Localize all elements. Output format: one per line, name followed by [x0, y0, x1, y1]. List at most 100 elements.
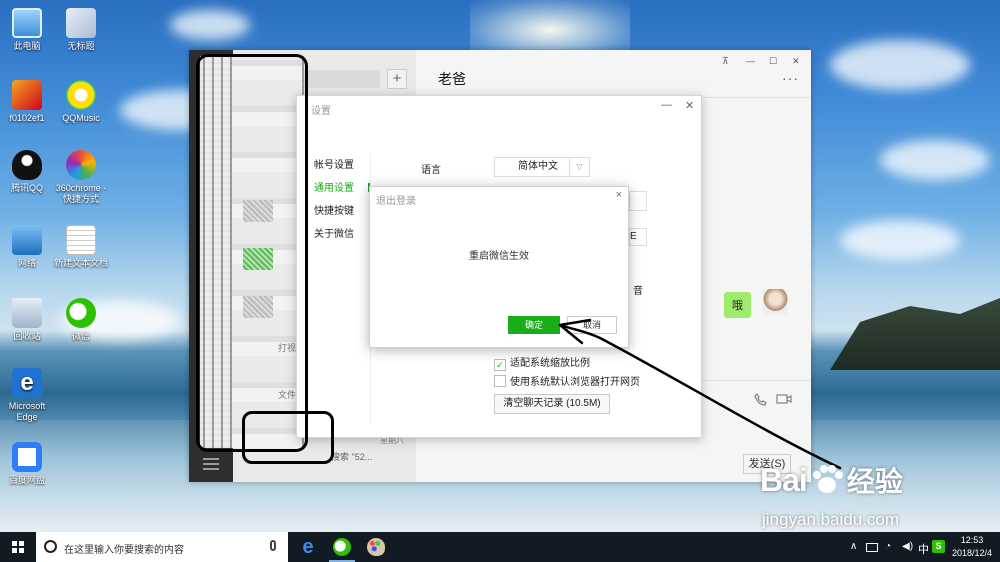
taskbar-edge[interactable]: e — [291, 532, 325, 562]
checkbox-scaling[interactable]: ✓ 适配系统缩放比例 — [494, 354, 590, 371]
watermark-url: jingyan.baidu.com — [762, 510, 900, 529]
close-button[interactable]: ✕ — [685, 99, 694, 112]
chat-header: 老爸 ··· ⊼ — ☐ ✕ — [416, 50, 811, 98]
obscured-control — [629, 191, 647, 211]
baidu-jingyan-watermark: Bai 经验 jingyan.baidu.com — [760, 460, 903, 529]
desktop-icon-label: 网络 — [17, 258, 36, 268]
desktop-icon-label: f0102ef1 — [9, 113, 45, 123]
desktop-icon-label: QQMusic — [62, 113, 100, 123]
obscured-control: E — [629, 228, 647, 246]
minimize-button[interactable]: — — [746, 56, 755, 66]
checkbox-browser[interactable]: 使用系统默认浏览器打开网页 — [494, 373, 640, 388]
list-item-preview: 搜索 "52... — [331, 452, 373, 462]
360chrome-icon — [66, 150, 96, 180]
desktop-icon-label: Microsoft Edge — [8, 401, 46, 422]
language-value: 简体中文 — [518, 161, 558, 172]
desktop-icon-baidu-netdisk[interactable]: 百度网盘 — [0, 442, 57, 486]
cloud — [830, 40, 970, 90]
taskbar-search-box[interactable]: 在这里输入你要搜索的内容 — [36, 532, 288, 562]
chat-title: 老爸 — [438, 71, 466, 87]
volume-icon[interactable]: ◀) — [902, 541, 913, 552]
file-icon — [66, 8, 96, 38]
checkbox-unchecked[interactable] — [494, 375, 506, 387]
language-select[interactable]: 简体中文 ▽ — [494, 157, 590, 177]
sogou-input-icon[interactable]: S — [932, 540, 945, 553]
desktop-icon-label: 百度网盘 — [8, 475, 45, 485]
close-icon[interactable]: × — [616, 189, 622, 201]
phone-call-icon[interactable] — [754, 393, 767, 409]
recycle-bin-icon — [12, 298, 42, 328]
desktop-icon-360chrome[interactable]: 360chrome - 快捷方式 — [51, 150, 111, 205]
desktop-icon-edge[interactable]: e Microsoft Edge — [0, 368, 57, 423]
taskbar-paint[interactable] — [359, 532, 393, 562]
settings-title: 设置 — [311, 106, 331, 117]
desktop-icon-this-pc[interactable]: 此电脑 — [0, 8, 57, 52]
message-bubble: 哦 — [724, 292, 751, 318]
watermark-brand: Bai — [760, 462, 808, 498]
desktop-icon-qqmusic[interactable]: QQMusic — [51, 80, 111, 124]
microphone-icon[interactable] — [270, 540, 276, 551]
desktop-icon-label: 新建文本文档 — [53, 258, 108, 268]
desktop-icon-label: 此电脑 — [13, 41, 41, 51]
desktop-icon-network[interactable]: 网络 — [0, 225, 57, 269]
minimize-button[interactable]: — — [661, 99, 672, 111]
battery-icon[interactable] — [866, 543, 878, 552]
desktop-icon-new-text-document[interactable]: 新建文本文档 — [51, 225, 111, 269]
confirm-button[interactable]: 确定 — [508, 316, 560, 334]
taskbar: 在这里输入你要搜索的内容 e ∧ ◔ ◀) 中 S 12:53 2018/12/… — [0, 532, 1000, 562]
edge-icon: e — [12, 368, 42, 398]
nav-general-settings[interactable]: 通用设置 — [314, 179, 354, 194]
desktop-icon-label: 回收站 — [13, 331, 41, 341]
desktop-icon-untitled[interactable]: 无标题 — [51, 8, 111, 52]
logout-dialog-title: 退出登录 — [376, 196, 416, 207]
menu-icon[interactable] — [203, 458, 219, 470]
more-options-icon[interactable]: ··· — [782, 70, 799, 86]
pin-icon[interactable]: ⊼ — [722, 56, 729, 67]
paint-palette-icon — [367, 538, 385, 556]
paw-icon — [812, 465, 843, 493]
wifi-icon[interactable]: ◔ — [885, 541, 891, 552]
nav-about-wechat[interactable]: 关于微信 — [314, 225, 354, 240]
taskbar-wechat[interactable] — [325, 532, 359, 562]
cancel-button[interactable]: 取消 — [567, 316, 617, 334]
watermark-brand-tail: 经验 — [846, 466, 903, 497]
desktop-icon-label: 腾讯QQ — [10, 183, 43, 193]
close-button[interactable]: ✕ — [792, 56, 800, 67]
checkbox-label: 适配系统缩放比例 — [510, 358, 590, 369]
computer-icon — [12, 8, 42, 38]
image-thumbnail-icon — [12, 80, 42, 110]
desktop-icon-label: 无标题 — [67, 41, 95, 51]
windows-logo-icon — [12, 541, 24, 553]
wechat-icon — [333, 538, 351, 556]
obscured-text: 音 — [633, 286, 643, 297]
text-document-icon — [66, 225, 96, 255]
rock-outcrop — [830, 298, 1000, 370]
desktop-icon-qq[interactable]: 腾讯QQ — [0, 150, 57, 194]
video-call-icon[interactable] — [776, 393, 792, 408]
cortana-icon — [44, 540, 57, 553]
logout-dialog: 退出登录 × 重启微信生效 确定 取消 — [369, 186, 629, 348]
avatar[interactable] — [763, 289, 788, 314]
checkbox-checked[interactable]: ✓ — [494, 359, 506, 371]
ime-icon[interactable]: 中 — [918, 541, 929, 557]
desktop-icon-image[interactable]: f0102ef1 — [0, 80, 57, 124]
desktop-icon-wechat[interactable]: 微信 — [51, 298, 111, 342]
clock-time: 12:53 — [960, 535, 984, 545]
start-button[interactable] — [0, 532, 36, 562]
maximize-button[interactable]: ☐ — [769, 56, 777, 67]
logout-message: 重启微信生效 — [469, 251, 529, 262]
clear-chat-history-button[interactable]: 清空聊天记录 (10.5M) — [494, 394, 610, 414]
obscured-text: E — [630, 231, 637, 242]
chevron-up-icon[interactable]: ∧ — [850, 541, 857, 552]
add-contact-button[interactable]: + — [387, 69, 407, 89]
language-label: 语言 — [421, 165, 441, 176]
nav-shortcut-keys[interactable]: 快捷按键 — [314, 202, 354, 217]
cloud — [880, 140, 990, 180]
checkbox-label: 使用系统默认浏览器打开网页 — [510, 377, 640, 388]
nav-account-settings[interactable]: 帐号设置 — [314, 156, 354, 171]
qqmusic-icon — [66, 80, 96, 110]
taskbar-clock[interactable]: 12:53 2018/12/4 — [952, 534, 992, 560]
chevron-down-icon: ▽ — [569, 158, 589, 176]
baidu-netdisk-icon — [12, 442, 42, 472]
desktop-icon-recycle-bin[interactable]: 回收站 — [0, 298, 57, 342]
